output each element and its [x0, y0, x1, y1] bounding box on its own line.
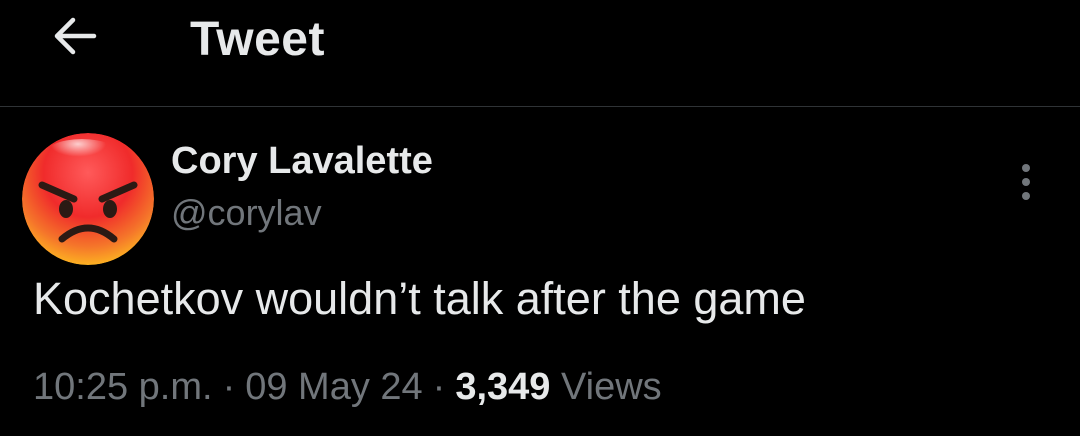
- views-count: 3,349: [455, 366, 551, 408]
- back-button[interactable]: [44, 10, 104, 62]
- author-handle[interactable]: @corylav: [171, 192, 322, 234]
- top-bar: Tweet: [0, 0, 1080, 107]
- separator-dot: ·: [432, 366, 446, 408]
- more-options-button[interactable]: [1006, 158, 1046, 206]
- page-title: Tweet: [190, 13, 325, 66]
- tweet-text: Kochetkov wouldn’t talk after the game: [33, 273, 806, 324]
- views-label: Views: [560, 366, 662, 408]
- vertical-ellipsis-icon: [1022, 164, 1030, 200]
- avatar[interactable]: [22, 133, 154, 265]
- angry-face-emoji-icon: [22, 133, 154, 265]
- tweet-metadata: 10:25 p.m. · 09 May 24 · 3,349 Views: [33, 366, 662, 409]
- author-display-name[interactable]: Cory Lavalette: [171, 140, 433, 183]
- arrow-left-icon: [54, 17, 97, 55]
- separator-dot: ·: [222, 366, 236, 408]
- tweet-time[interactable]: 10:25 p.m.: [33, 366, 213, 408]
- tweet-date[interactable]: 09 May 24: [245, 366, 422, 408]
